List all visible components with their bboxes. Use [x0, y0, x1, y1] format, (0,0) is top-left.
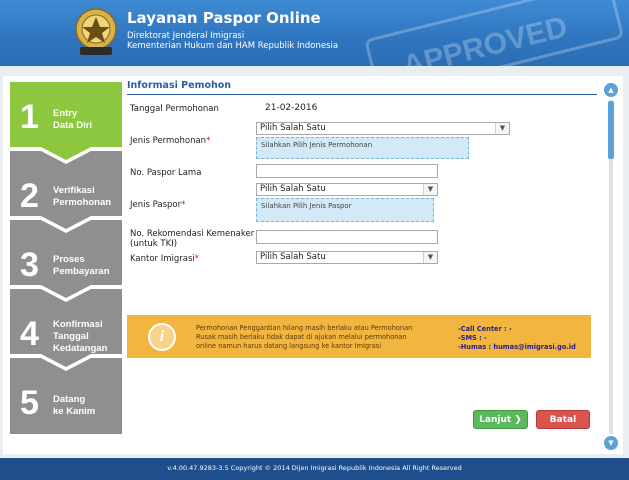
app-title: Layanan Paspor Online — [127, 9, 321, 27]
rekomendasi-kemenaker-input[interactable] — [256, 230, 438, 244]
step-4-number: 4 — [20, 315, 39, 353]
rekomendasi-kemenaker-label: No. Rekomendasi Kemenaker (untuk TKI) — [130, 229, 255, 249]
step-1-label-line1: Entry — [53, 108, 78, 119]
tanggal-permohonan-label: Tanggal Permohonan — [130, 104, 219, 114]
kantor-imigrasi-label: Kantor Imigrasi* — [130, 254, 200, 264]
humas-email-text: -Humas : humas@imigrasi.go.id — [458, 343, 576, 351]
section-title-informasi-pemohon: Informasi Pemohon — [127, 80, 232, 91]
step-3-proses-pembayaran[interactable]: 3 Proses Pembayaran — [10, 220, 122, 285]
step-3-label-line1: Proses — [53, 254, 85, 265]
step-2-number: 2 — [20, 177, 39, 215]
chevron-down-icon: ▼ — [495, 123, 509, 134]
jenis-paspor-hint: Silahkan Pilih Jenis Paspor — [256, 198, 434, 222]
scrollbar-thumb[interactable] — [608, 101, 614, 159]
info-icon: i — [148, 323, 176, 351]
paspor-lama-label: No. Paspor Lama — [130, 168, 202, 178]
app-subtitle-ministry: Kementerian Hukum dan HAM Republik Indon… — [127, 41, 339, 51]
call-center-text: -Call Center : - — [458, 325, 512, 333]
approved-stamp-watermark: APPROVED — [365, 0, 623, 66]
chevron-down-icon: ▼ — [423, 252, 437, 263]
step-2-label-line2: Permohonan — [53, 197, 112, 208]
step-1-entry-data-diri[interactable]: 1 Entry Data Diri — [10, 82, 122, 147]
section-divider — [127, 94, 597, 95]
chevron-right-icon: ❯ — [514, 415, 522, 425]
step-5-label-line1: Datang — [53, 394, 86, 405]
scroll-down-button[interactable]: ▼ — [604, 436, 618, 450]
step-2-label-line1: Verifikasi — [53, 185, 95, 196]
copyright-text: v.4.00.47.9283-3.5 Copyright © 2014 Dije… — [167, 464, 462, 472]
jenis-paspor-select[interactable]: Pilih Salah Satu ▼ — [256, 183, 438, 196]
step-3-number: 3 — [20, 246, 39, 284]
jenis-paspor-label: Jenis Paspor* — [130, 200, 186, 210]
paspor-lama-input[interactable] — [256, 164, 438, 178]
jenis-permohonan-select[interactable]: Pilih Salah Satu ▼ — [256, 122, 510, 135]
step-1-label-line2: Data Diri — [53, 120, 93, 131]
info-notice-text: Permohonan Penggantian hilang masih berl… — [196, 324, 413, 350]
step-5-datang-ke-kanim[interactable]: 5 Datang ke Kanim — [10, 358, 122, 434]
step-5-number: 5 — [20, 384, 39, 422]
step-4-konfirmasi-tanggal-kedatangan[interactable]: 4 Konfirmasi Tanggal Kedatangan — [10, 289, 122, 354]
jenis-permohonan-hint: Silahkan Pilih Jenis Permohonan — [256, 137, 469, 159]
app-footer: v.4.00.47.9283-3.5 Copyright © 2014 Dije… — [0, 458, 629, 480]
scroll-up-button[interactable]: ▲ — [604, 83, 618, 97]
jenis-permohonan-label: Jenis Permohonan* — [130, 136, 211, 146]
step-3-label-line2: Pembayaran — [53, 266, 110, 277]
chevron-down-icon: ▼ — [423, 184, 437, 195]
kantor-imigrasi-select[interactable]: Pilih Salah Satu ▼ — [256, 251, 438, 264]
app-header: APPROVED Layanan Paspor Online Direktora… — [0, 0, 629, 66]
step-2-verifikasi-permohonan[interactable]: 2 Verifikasi Permohonan — [10, 151, 122, 216]
svg-text:APPROVED: APPROVED — [399, 10, 570, 66]
step-4-label-line1: Konfirmasi — [53, 319, 103, 330]
tanggal-permohonan-value: 21-02-2016 — [265, 103, 318, 113]
app-subtitle-directorate: Direktorat Jenderal Imigrasi — [127, 31, 245, 41]
lanjut-button[interactable]: Lanjut ❯ — [473, 410, 528, 429]
batal-button[interactable]: Batal — [536, 410, 590, 429]
sms-text: -SMS : - — [458, 334, 487, 342]
step-1-number: 1 — [20, 98, 39, 136]
step-4-label-line3: Kedatangan — [53, 343, 108, 354]
step-4-label-line2: Tanggal — [53, 331, 89, 342]
imigrasi-logo — [75, 8, 117, 55]
step-5-label-line2: ke Kanim — [53, 406, 96, 417]
